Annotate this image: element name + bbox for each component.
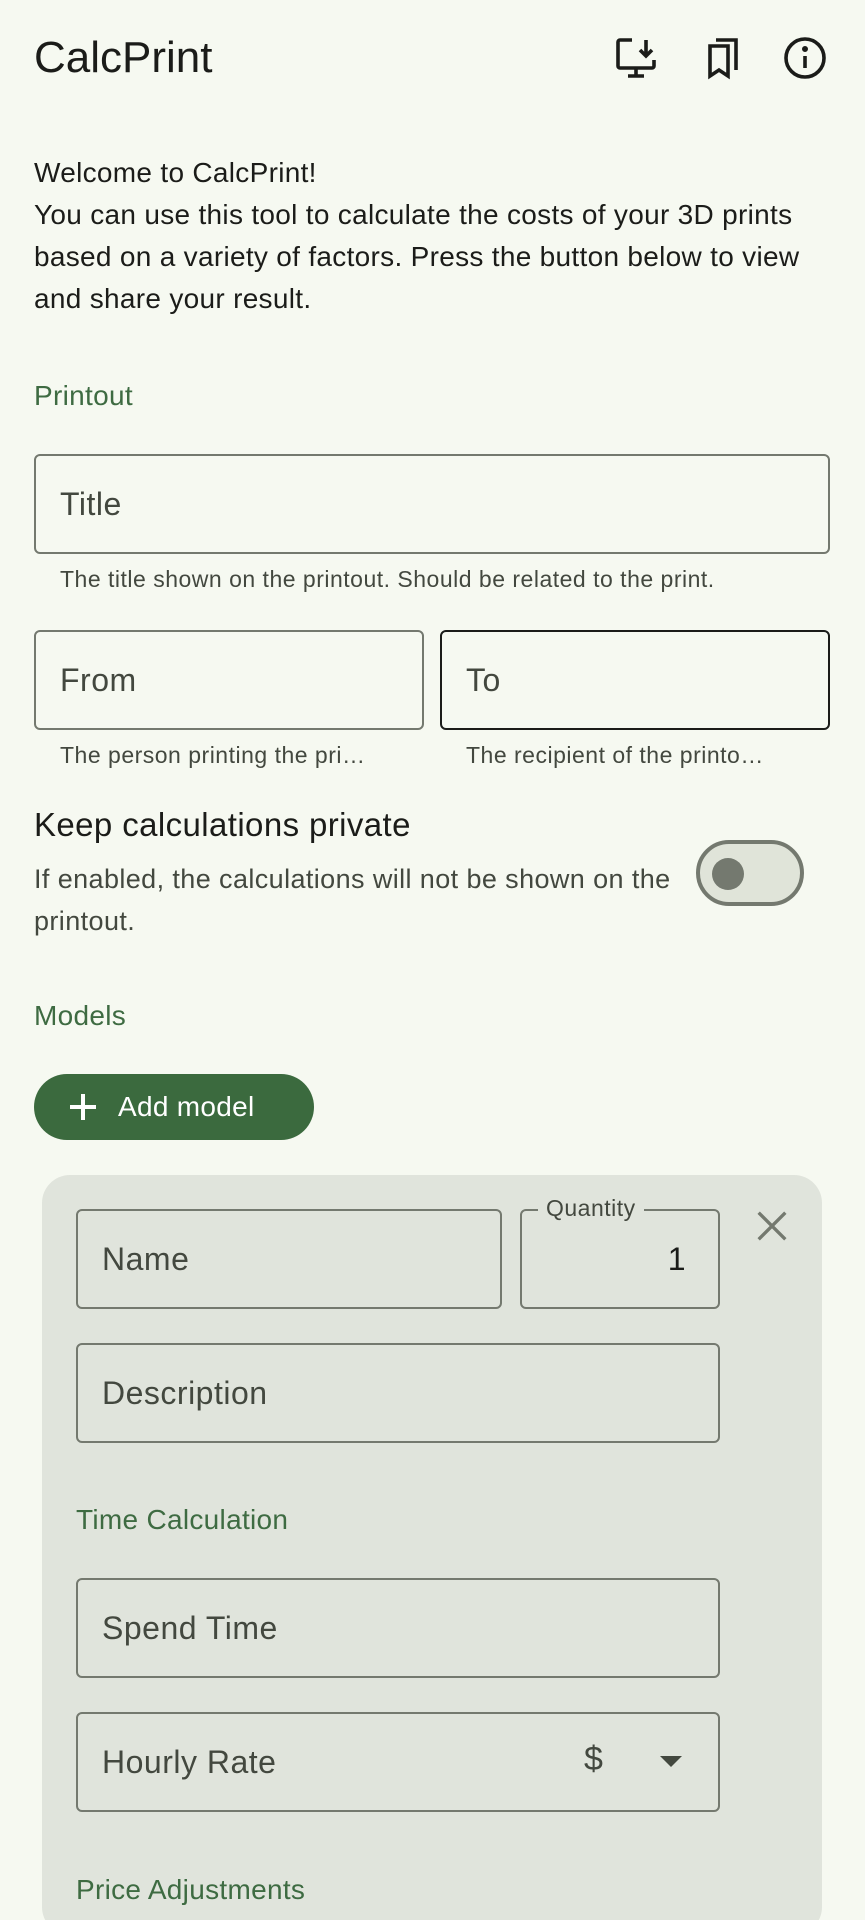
close-icon[interactable] bbox=[752, 1206, 792, 1246]
bookmarks-button[interactable] bbox=[692, 28, 752, 88]
info-icon bbox=[784, 37, 826, 79]
models-section-label: Models bbox=[34, 1000, 127, 1031]
private-toggle-switch[interactable] bbox=[696, 840, 804, 906]
from-field-label: From bbox=[60, 661, 137, 698]
install-desktop-icon bbox=[616, 38, 656, 78]
quantity-field[interactable]: 1 bbox=[520, 1209, 720, 1309]
printout-section-label: Printout bbox=[34, 380, 133, 411]
dropdown-arrow-icon[interactable] bbox=[660, 1756, 682, 1767]
quantity-label: Quantity bbox=[538, 1195, 644, 1222]
spend-time-field[interactable]: Spend Time bbox=[76, 1578, 720, 1678]
add-model-button[interactable]: Add model bbox=[34, 1074, 314, 1140]
title-helper-text: The title shown on the printout. Should … bbox=[60, 566, 715, 592]
model-description-field[interactable]: Description bbox=[76, 1343, 720, 1443]
model-name-field[interactable]: Name bbox=[76, 1209, 502, 1309]
quantity-value: 1 bbox=[667, 1240, 686, 1277]
private-setting-title: Keep calculations private bbox=[34, 806, 411, 843]
currency-symbol: $ bbox=[584, 1740, 603, 1778]
price-adjustments-label: Price Adjustments bbox=[76, 1874, 306, 1905]
model-description-label: Description bbox=[102, 1374, 268, 1411]
private-setting-description: If enabled, the calculations will not be… bbox=[34, 864, 671, 936]
app-title: CalcPrint bbox=[34, 33, 213, 82]
model-name-label: Name bbox=[102, 1240, 190, 1277]
info-button[interactable] bbox=[775, 28, 835, 88]
from-field[interactable]: From bbox=[34, 630, 424, 730]
to-helper-text: The recipient of the printo… bbox=[466, 742, 764, 768]
to-field[interactable]: To bbox=[440, 630, 830, 730]
switch-thumb bbox=[712, 858, 744, 890]
to-field-label: To bbox=[466, 661, 501, 698]
add-model-label: Add model bbox=[118, 1091, 255, 1122]
hourly-rate-field[interactable]: Hourly Rate bbox=[76, 1712, 720, 1812]
install-desktop-button[interactable] bbox=[606, 28, 666, 88]
bookmarks-icon bbox=[708, 38, 738, 80]
top-app-bar: CalcPrint bbox=[0, 0, 865, 116]
hourly-rate-label: Hourly Rate bbox=[102, 1743, 277, 1780]
spend-time-label: Spend Time bbox=[102, 1609, 278, 1646]
plus-icon bbox=[70, 1094, 96, 1120]
title-field-label: Title bbox=[60, 485, 122, 522]
title-field[interactable]: Title bbox=[34, 454, 830, 554]
from-helper-text: The person printing the pri… bbox=[60, 742, 366, 768]
time-calculation-label: Time Calculation bbox=[76, 1504, 289, 1535]
intro-text: Welcome to CalcPrint! You can use this t… bbox=[34, 157, 800, 314]
